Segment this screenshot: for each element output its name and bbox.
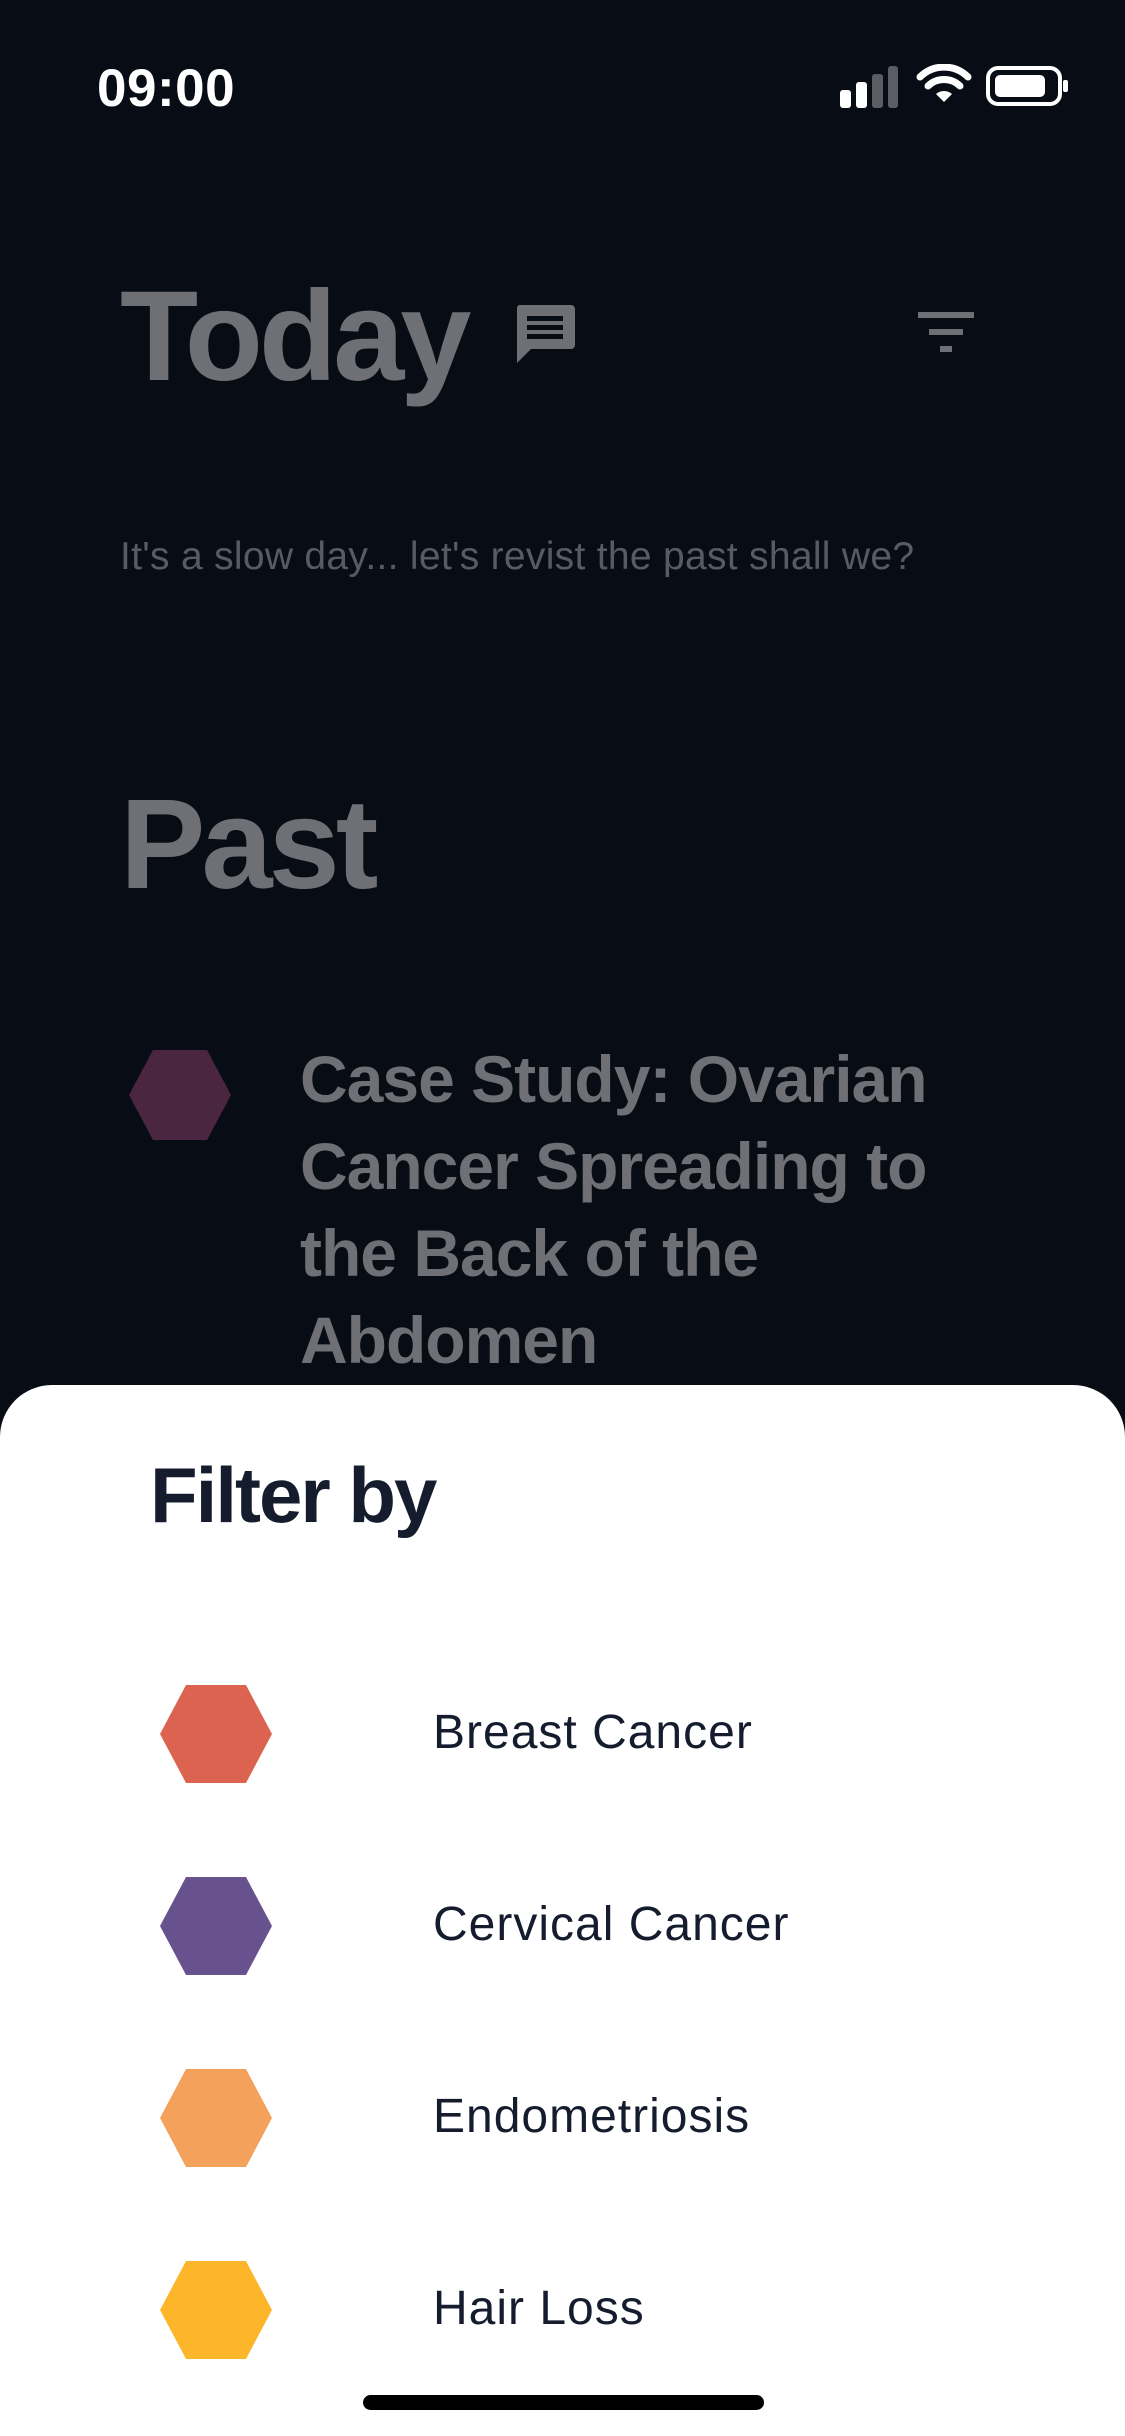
filter-option-label: Cervical Cancer: [433, 1898, 790, 1951]
hexagon-icon: [160, 2261, 272, 2359]
filter-option-breast-cancer[interactable]: Breast Cancer: [0, 1683, 1125, 1793]
filter-option-endometriosis[interactable]: Endometriosis: [0, 2067, 1125, 2177]
filter-option-label: Breast Cancer: [433, 1706, 753, 1759]
category-hexagon-icon: [129, 1050, 231, 1140]
past-item-title[interactable]: Case Study: Ovarian Cancer Spreading to …: [300, 1036, 1020, 1384]
battery-icon: [986, 66, 1068, 106]
chat-icon[interactable]: [513, 303, 577, 365]
home-indicator[interactable]: [363, 2395, 764, 2410]
hexagon-icon: [160, 1685, 272, 1783]
filter-option-cervical-cancer[interactable]: Cervical Cancer: [0, 1875, 1125, 1985]
status-time: 09:00: [97, 59, 236, 118]
section-title-past: Past: [120, 773, 378, 916]
page-subtitle: It's a slow day... let's revist the past…: [120, 535, 915, 578]
filter-icon[interactable]: [918, 312, 974, 354]
sheet-title: Filter by: [150, 1451, 437, 1539]
hexagon-icon: [160, 2069, 272, 2167]
wifi-icon: [916, 64, 972, 102]
filter-sheet: Filter by Breast Cancer Cervical Cancer …: [0, 1385, 1125, 2436]
page-title: Today: [120, 265, 471, 408]
filter-option-label: Hair Loss: [433, 2282, 645, 2335]
filter-option-hair-loss[interactable]: Hair Loss: [0, 2259, 1125, 2369]
hexagon-icon: [160, 1877, 272, 1975]
cellular-signal-icon: [840, 66, 898, 108]
filter-option-label: Endometriosis: [433, 2090, 751, 2143]
